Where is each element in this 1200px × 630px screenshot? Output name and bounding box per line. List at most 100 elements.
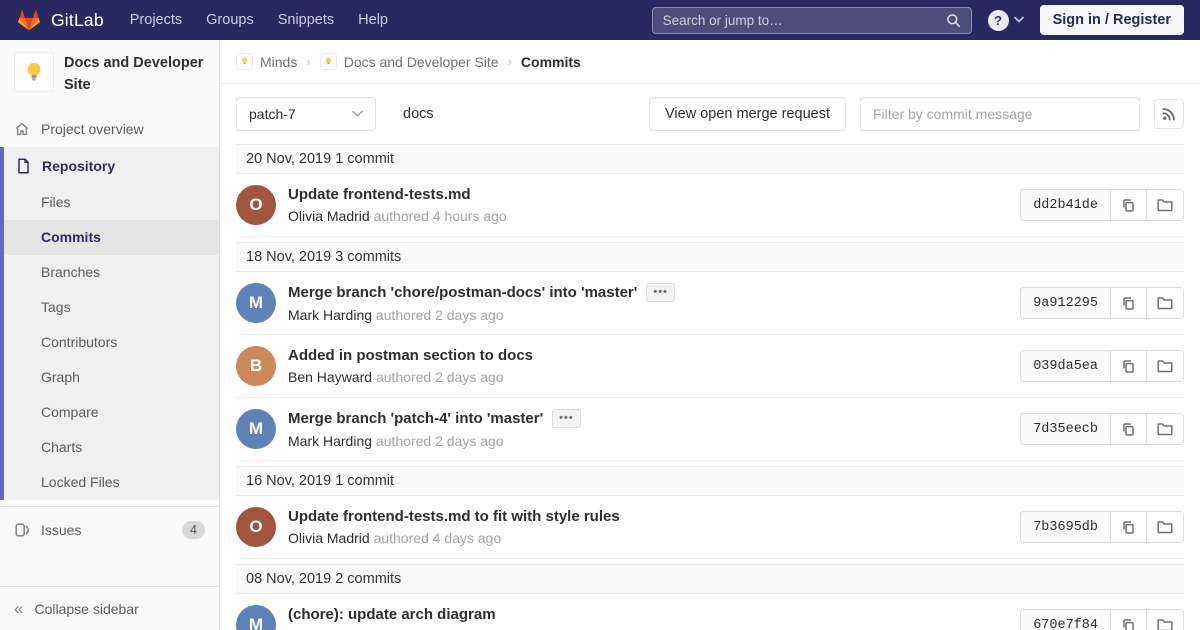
lightbulb-icon (239, 56, 250, 67)
commit-info: (chore): update arch diagram Mark Hardin… (288, 606, 507, 630)
filter-commits-input[interactable] (860, 97, 1140, 131)
lightbulb-icon (21, 59, 47, 85)
commit-title-link[interactable]: Added in postman section to docs (288, 347, 533, 364)
commit-info: Update frontend-tests.md Olivia Madrid a… (288, 186, 507, 224)
commit-title-link[interactable]: Update frontend-tests.md to fit with sty… (288, 508, 620, 525)
browse-files-button[interactable] (1147, 190, 1183, 220)
issues-icon (14, 522, 30, 538)
commit-sha-link[interactable]: 670e7f84 (1021, 610, 1111, 630)
breadcrumb-group-link[interactable]: Minds (236, 53, 297, 70)
commit-group: 20 Nov, 2019 1 commit O Update frontend-… (236, 144, 1184, 237)
sidebar-item-compare[interactable]: Compare (4, 395, 219, 430)
author-avatar[interactable]: B (236, 346, 276, 386)
browse-files-button[interactable] (1147, 414, 1183, 444)
sidebar-item-issues[interactable]: Issues 4 (0, 506, 219, 553)
issues-count-badge: 4 (182, 521, 205, 539)
copy-sha-button[interactable] (1111, 414, 1147, 444)
branch-selector[interactable]: patch-7 (236, 97, 376, 131)
author-avatar[interactable]: O (236, 185, 276, 225)
sidebar-item-branches[interactable]: Branches (4, 255, 219, 290)
author-avatar[interactable]: M (236, 283, 276, 323)
document-icon (16, 158, 31, 174)
commit-title-link[interactable]: Update frontend-tests.md (288, 186, 471, 203)
browse-files-button[interactable] (1147, 351, 1183, 381)
expand-commit-description-button[interactable]: ••• (552, 409, 581, 428)
commit-row: B Added in postman section to docs Ben H… (236, 335, 1184, 398)
commit-date-header: 16 Nov, 2019 1 commit (236, 466, 1184, 496)
commit-authored-time: authored 2 days ago (376, 307, 504, 323)
branch-selector-value: patch-7 (249, 106, 296, 122)
breadcrumb-current-page: Commits (521, 54, 581, 70)
gitlab-home-link[interactable]: GitLab (16, 7, 104, 33)
search-input[interactable] (663, 13, 938, 28)
commit-author-link[interactable]: Mark Harding (288, 307, 372, 323)
author-avatar[interactable]: M (236, 409, 276, 449)
copy-sha-button[interactable] (1111, 512, 1147, 542)
rss-icon (1162, 107, 1176, 121)
sidebar-item-tags[interactable]: Tags (4, 290, 219, 325)
commit-date-header: 20 Nov, 2019 1 commit (236, 144, 1184, 174)
expand-commit-description-button[interactable]: ••• (646, 283, 675, 302)
view-open-merge-request-button[interactable]: View open merge request (649, 97, 846, 131)
sidebar-item-graph[interactable]: Graph (4, 360, 219, 395)
sidebar-item-commits[interactable]: Commits (4, 220, 219, 255)
commit-row: O Update frontend-tests.md Olivia Madrid… (236, 174, 1184, 237)
breadcrumb-project-label: Docs and Developer Site (344, 54, 499, 70)
chevron-down-icon (352, 110, 363, 118)
commit-sha-link[interactable]: dd2b41de (1021, 190, 1111, 220)
folder-icon (1157, 618, 1173, 630)
breadcrumb-project-link[interactable]: Docs and Developer Site (320, 53, 499, 70)
copy-sha-button[interactable] (1111, 190, 1147, 220)
commit-author-link[interactable]: Ben Hayward (288, 369, 372, 385)
nav-snippets[interactable]: Snippets (278, 12, 334, 28)
commit-date-header: 18 Nov, 2019 3 commits (236, 242, 1184, 272)
commit-title-link[interactable]: Merge branch 'chore/postman-docs' into '… (288, 284, 637, 301)
nav-groups[interactable]: Groups (206, 12, 254, 28)
commit-sha-link[interactable]: 7d35eecb (1021, 414, 1111, 444)
copy-icon (1121, 198, 1136, 213)
commits-feed-button[interactable] (1154, 99, 1184, 129)
help-dropdown[interactable]: ? (988, 10, 1024, 31)
sidebar-item-charts[interactable]: Charts (4, 430, 219, 465)
nav-projects[interactable]: Projects (130, 12, 182, 28)
gitlab-brand-name: GitLab (51, 10, 104, 31)
commit-sha-link[interactable]: 7b3695db (1021, 512, 1111, 542)
copy-icon (1121, 422, 1136, 437)
commit-author-link[interactable]: Olivia Madrid (288, 530, 370, 546)
sidebar-item-files[interactable]: Files (4, 185, 219, 220)
commit-info: Update frontend-tests.md to fit with sty… (288, 508, 620, 546)
browse-files-button[interactable] (1147, 288, 1183, 318)
commit-title-link[interactable]: (chore): update arch diagram (288, 606, 496, 623)
commit-actions: 9a912295 (1020, 287, 1184, 319)
browse-files-button[interactable] (1147, 610, 1183, 630)
author-avatar[interactable]: O (236, 507, 276, 547)
sidebar-item-repository[interactable]: Repository (4, 147, 219, 185)
sidebar-item-locked-files[interactable]: Locked Files (4, 465, 219, 500)
commit-sha-link[interactable]: 039da5ea (1021, 351, 1111, 381)
gitlab-tanuki-logo-icon (16, 7, 42, 33)
double-chevron-left-icon: « (14, 600, 23, 617)
collapse-sidebar-button[interactable]: « Collapse sidebar (0, 586, 219, 630)
sidebar-item-project-overview[interactable]: Project overview (0, 111, 219, 147)
sidebar-item-contributors[interactable]: Contributors (4, 325, 219, 360)
lightbulb-icon (323, 56, 334, 67)
sign-in-register-button[interactable]: Sign in / Register (1040, 5, 1184, 35)
commit-info: Added in postman section to docs Ben Hay… (288, 347, 533, 385)
commit-row: M (chore): update arch diagram Mark Hard… (236, 594, 1184, 630)
commit-group: 18 Nov, 2019 3 commits M Merge branch 'c… (236, 242, 1184, 461)
project-context-header[interactable]: Docs and Developer Site (0, 40, 219, 111)
collapse-sidebar-label: Collapse sidebar (34, 601, 138, 617)
copy-sha-button[interactable] (1111, 610, 1147, 630)
nav-help[interactable]: Help (358, 12, 388, 28)
search-icon[interactable] (946, 13, 961, 28)
copy-sha-button[interactable] (1111, 351, 1147, 381)
commit-authored-time: authored 4 hours ago (374, 208, 507, 224)
commit-author-link[interactable]: Mark Harding (288, 433, 372, 449)
commit-title-link[interactable]: Merge branch 'patch-4' into 'master' (288, 410, 543, 427)
commit-author-link[interactable]: Olivia Madrid (288, 208, 370, 224)
browse-files-button[interactable] (1147, 512, 1183, 542)
copy-sha-button[interactable] (1111, 288, 1147, 318)
primary-nav: Projects Groups Snippets Help (130, 12, 388, 28)
commit-sha-link[interactable]: 9a912295 (1021, 288, 1111, 318)
author-avatar[interactable]: M (236, 605, 276, 630)
